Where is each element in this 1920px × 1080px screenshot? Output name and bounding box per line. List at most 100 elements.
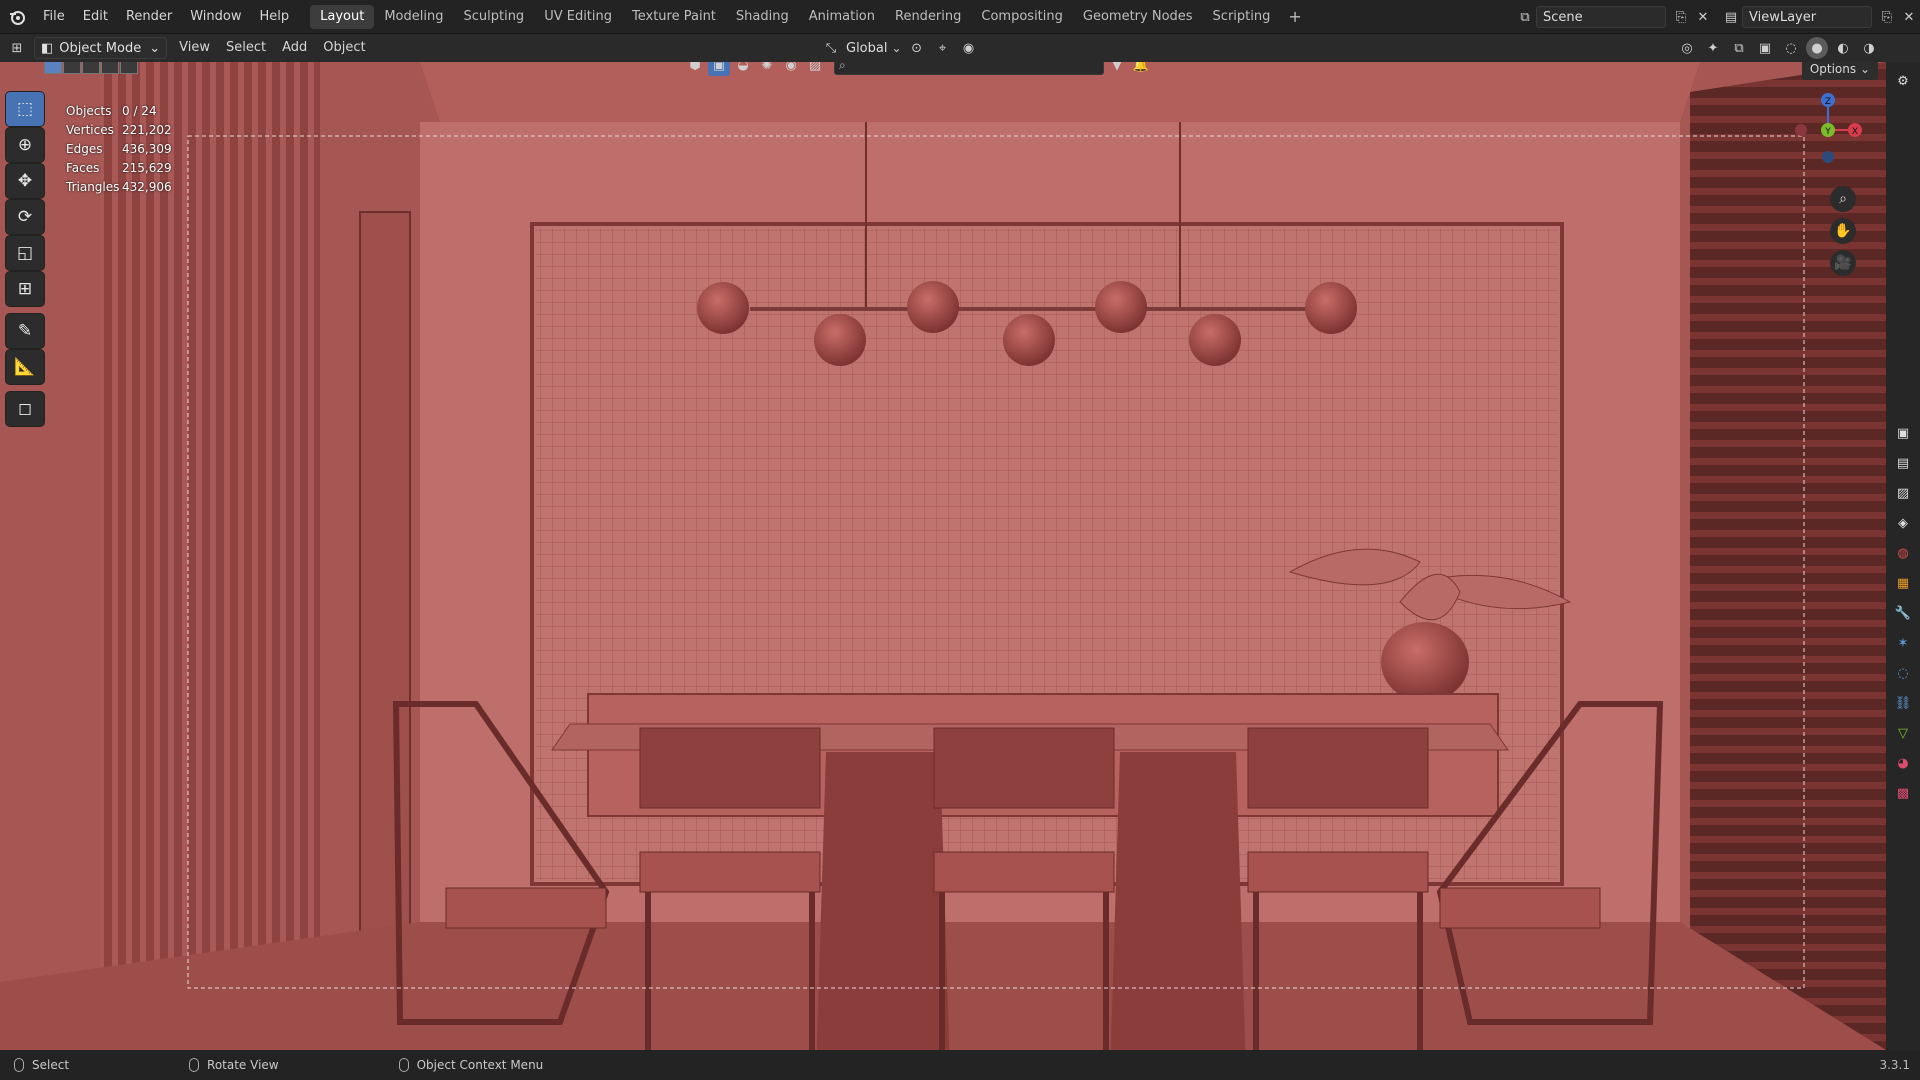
tab-modeling[interactable]: Modeling <box>374 5 453 29</box>
xray-icon[interactable]: ▣ <box>1754 37 1776 59</box>
header-menu-select[interactable]: Select <box>218 34 274 62</box>
select-extend-icon[interactable] <box>63 62 81 74</box>
annotate-tool[interactable]: ✎ <box>6 314 44 348</box>
light-icon[interactable]: ✺ <box>756 62 778 76</box>
stat-label: Objects <box>66 104 112 118</box>
tab-rendering[interactable]: Rendering <box>885 5 971 29</box>
new-view-layer-icon[interactable]: ⎘ <box>1876 6 1898 28</box>
transform-tool[interactable]: ⊞ <box>6 272 44 306</box>
modifier-properties-icon[interactable]: 🔧 <box>1892 602 1914 624</box>
select-mode-toggles[interactable] <box>44 62 139 74</box>
header-menu-object[interactable]: Object <box>315 34 373 62</box>
stat-row-objects: Objects 0 / 24 <box>66 102 172 121</box>
scene-icon[interactable]: ⧉ <box>1514 6 1536 28</box>
move-tool[interactable]: ✥ <box>6 164 44 198</box>
3d-viewport[interactable]: ⬢ ▣ ◒ ✺ ◉ ▨ ⌕ ▼ 🔔 Options ⌄ ⬚ ⊕ ✥ ⟳ ◱ ⊞ … <box>0 62 1886 1050</box>
orientation-selector[interactable]: Global <box>846 41 887 56</box>
solid-shading-icon[interactable]: ● <box>1806 37 1828 59</box>
tab-compositing[interactable]: Compositing <box>971 5 1073 29</box>
add-workspace-button[interactable]: + <box>1280 7 1309 26</box>
options-dropdown[interactable]: Options ⌄ <box>1801 62 1878 80</box>
top-bar: File Edit Render Window Help Layout Modeling S… <box>0 0 1920 34</box>
status-rotate: Rotate View <box>189 1058 279 1072</box>
zoom-icon[interactable]: ⌕ <box>1830 186 1856 212</box>
physics-icon[interactable]: ◌ <box>1892 662 1914 684</box>
tab-geometry-nodes[interactable]: Geometry Nodes <box>1073 5 1203 29</box>
material-properties-icon[interactable]: ◕ <box>1892 752 1914 774</box>
particles-icon[interactable]: ✶ <box>1892 632 1914 654</box>
tab-shading[interactable]: Shading <box>726 5 799 29</box>
notification-bell-icon[interactable]: 🔔 <box>1130 62 1152 76</box>
viewport-search-input[interactable]: ⌕ <box>834 62 1104 75</box>
select-box-icon[interactable]: ▣ <box>708 62 730 76</box>
object-type-icon[interactable]: ⬢ <box>684 62 706 76</box>
gizmo-x: X <box>1852 127 1858 137</box>
view-layer-icon[interactable]: ▤ <box>1720 6 1742 28</box>
pan-hand-icon[interactable]: ✋ <box>1830 218 1856 244</box>
tab-layout[interactable]: Layout <box>310 4 375 29</box>
gizmo-icon[interactable]: ✦ <box>1702 37 1724 59</box>
snap-icon[interactable]: ⌖ <box>932 37 954 59</box>
blender-logo-icon[interactable] <box>0 0 34 34</box>
visibility-icon[interactable]: ◎ <box>1676 37 1698 59</box>
select-intersect-icon[interactable] <box>120 62 138 74</box>
object-properties-icon[interactable]: ▦ <box>1892 572 1914 594</box>
pivot-point-icon[interactable]: ⊙ <box>906 37 928 59</box>
navigation-gizmo[interactable]: Z X Y ⌕ ✋ 🎥 <box>1788 90 1868 290</box>
new-scene-icon[interactable]: ⎘ <box>1670 6 1692 28</box>
status-select: Select <box>14 1058 69 1072</box>
menu-window[interactable]: Window <box>181 0 250 34</box>
view-layer-selector[interactable]: ViewLayer <box>1742 6 1872 28</box>
material-shading-icon[interactable]: ◐ <box>1832 37 1854 59</box>
scene-selector[interactable]: Scene <box>1536 6 1666 28</box>
mouse-left-icon <box>14 1058 24 1072</box>
scene-statistics: Objects 0 / 24 Vertices 221,202 Edges 436,309… <box>66 102 172 197</box>
select-box-tool[interactable]: ⬚ <box>6 92 44 126</box>
scene-properties-icon[interactable]: ◈ <box>1892 512 1914 534</box>
image-icon[interactable]: ▨ <box>804 62 826 76</box>
delete-view-layer-icon[interactable]: ✕ <box>1898 6 1920 28</box>
view-layer-properties-icon[interactable]: ▨ <box>1892 482 1914 504</box>
header-menu-view[interactable]: View <box>171 34 218 62</box>
mode-selector[interactable]: ◧ Object Mode ⌄ <box>34 37 168 59</box>
stat-row-triangles: Triangles 432,906 <box>66 178 172 197</box>
proportional-editing-icon[interactable]: ◉ <box>958 37 980 59</box>
camera-view-icon[interactable]: 🎥 <box>1830 250 1856 276</box>
camera-icon[interactable]: ◉ <box>780 62 802 76</box>
menu-file[interactable]: File <box>34 0 74 34</box>
wireframe-shading-icon[interactable]: ◌ <box>1780 37 1802 59</box>
data-properties-icon[interactable]: ▽ <box>1892 722 1914 744</box>
stat-label: Triangles <box>66 180 120 194</box>
rotate-tool[interactable]: ⟳ <box>6 200 44 234</box>
render-icon[interactable]: ◒ <box>732 62 754 76</box>
scale-tool[interactable]: ◱ <box>6 236 44 270</box>
render-properties-icon[interactable]: ▣ <box>1892 422 1914 444</box>
output-properties-icon[interactable]: ▤ <box>1892 452 1914 474</box>
add-cube-tool[interactable]: ◻ <box>6 392 44 426</box>
delete-scene-icon[interactable]: ✕ <box>1692 6 1714 28</box>
constraints-icon[interactable]: ⛓ <box>1892 692 1914 714</box>
cursor-tool[interactable]: ⊕ <box>6 128 44 162</box>
stat-label: Faces <box>66 161 100 175</box>
select-new-icon[interactable] <box>44 62 62 74</box>
measure-tool[interactable]: 📐 <box>6 350 44 384</box>
status-context-label: Object Context Menu <box>416 1058 544 1072</box>
tool-icon[interactable]: ⚙ <box>1892 70 1914 92</box>
tab-sculpting[interactable]: Sculpting <box>453 5 534 29</box>
header-menu-add[interactable]: Add <box>274 34 315 62</box>
tab-uv-editing[interactable]: UV Editing <box>534 5 622 29</box>
tab-scripting[interactable]: Scripting <box>1203 5 1281 29</box>
world-properties-icon[interactable]: ◍ <box>1892 542 1914 564</box>
tab-animation[interactable]: Animation <box>799 5 885 29</box>
rendered-shading-icon[interactable]: ◑ <box>1858 37 1880 59</box>
overlays-icon[interactable]: ⧉ <box>1728 37 1750 59</box>
menu-render[interactable]: Render <box>117 0 181 34</box>
tab-texture-paint[interactable]: Texture Paint <box>622 5 726 29</box>
menu-edit[interactable]: Edit <box>74 0 117 34</box>
editor-type-icon[interactable]: ⊞ <box>6 37 28 59</box>
texture-properties-icon[interactable]: ▩ <box>1892 782 1914 804</box>
filter-icon[interactable]: ▼ <box>1106 62 1128 76</box>
menu-help[interactable]: Help <box>251 0 299 34</box>
select-subtract-icon[interactable] <box>82 62 100 74</box>
select-invert-icon[interactable] <box>101 62 119 74</box>
